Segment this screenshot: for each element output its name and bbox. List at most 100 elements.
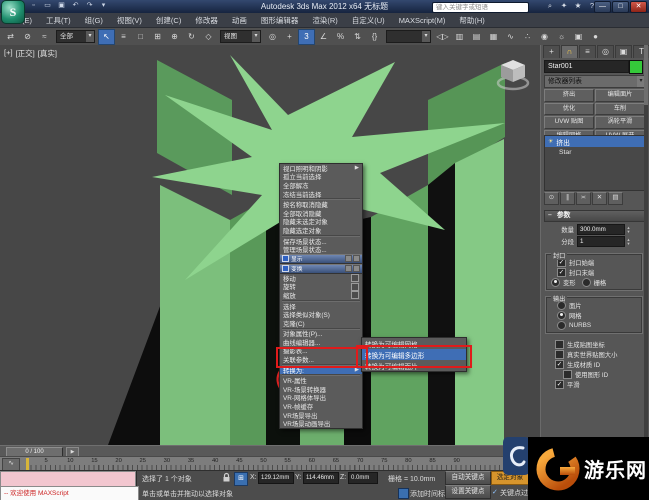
spinner-icon[interactable]: ▲ ▼ [625,224,632,235]
quad-item-保存场景状态...[interactable]: 保存场景状态... [280,237,362,246]
checkbox[interactable] [555,339,564,349]
menu-item-xxxxx[interactable]: 图形编辑器 [254,14,306,27]
viewport-pov-menu[interactable]: [正交] [16,48,35,59]
menu-item-xxxVx[interactable]: 视图(V) [110,14,149,27]
quad-item-关联参数...[interactable]: 关联参数... [280,355,362,364]
render-setup[interactable]: ☼ [553,29,570,45]
checkbox[interactable]: ✓ [557,267,566,277]
current-frame-marker[interactable] [26,458,29,470]
tab-hierarchy[interactable]: ≡ [579,45,596,58]
stack-item-挤出[interactable]: ☀ 挤出 [545,136,644,147]
material-editor[interactable]: ◉ [536,29,553,45]
stack-item-Star[interactable]: Star [545,147,644,158]
tab-motion[interactable]: ◎ [597,45,614,58]
align[interactable]: ▥ [451,29,468,45]
viewport-general-menu[interactable]: [+] [4,48,13,59]
radio-button[interactable] [557,320,566,330]
tab-create[interactable]: + [543,45,560,58]
object-color-swatch[interactable] [629,60,643,74]
render-production[interactable]: ● [587,29,604,45]
communication-center-icon[interactable]: ✦ [559,1,569,11]
remove-modifier-icon[interactable]: ✕ [592,192,607,205]
schematic-view[interactable]: ∴ [519,29,536,45]
snaps-toggle-3d[interactable]: 3 [298,28,315,45]
close-button[interactable]: ✕ [630,1,647,13]
maxscript-mini-listener[interactable]: -- 欢迎使用 MAXScript [0,471,139,500]
tab-display[interactable]: ▣ [615,45,632,58]
modifier-button-优化[interactable]: 优化 [544,102,594,115]
make-unique-icon[interactable]: ≍ [576,192,591,205]
select-and-link[interactable]: ⇄ [2,29,19,45]
named-selection-sets-dropdown[interactable]: ▾ [386,30,431,43]
menu-item-xxxTx[interactable]: 工具(T) [39,14,78,27]
auto-key-button[interactable]: 自动关键点 [445,471,491,485]
quad-item-克隆(C)[interactable]: 克隆(C) [280,319,362,328]
quad-item-移动[interactable]: 移动 [280,274,362,283]
quad-item-VR-帧缓存[interactable]: VR-帧缓存 [280,402,362,411]
quad-item-摄影表...[interactable]: 摄影表... [280,347,362,355]
checkbox[interactable] [563,369,572,379]
angle-snap-toggle[interactable]: ∠ [315,29,332,45]
radio-button[interactable] [581,277,591,287]
select-object[interactable]: ↖ [98,28,115,45]
segments-field[interactable]: 1 [577,236,625,247]
radio-button[interactable] [557,300,566,310]
time-tag-icon[interactable] [398,488,409,499]
modifier-button-UVW 贴图[interactable]: UVW 贴图 [544,116,594,129]
unlink-selection[interactable]: ⊘ [19,29,36,45]
absolute-offset-toggle-icon[interactable]: ⊞ [234,472,248,486]
modifier-button-车削[interactable]: 车削 [595,102,645,115]
maximize-button[interactable]: □ [612,1,629,13]
quad-item-选择类似对象(S)[interactable]: 选择类似对象(S) [280,310,362,319]
application-menu-button[interactable]: S [1,0,25,24]
quad-item-全部取消隐藏[interactable]: 全部取消隐藏 [280,209,362,218]
window-crossing-toggle[interactable]: ⊞ [149,29,166,45]
graphite-ribbon-toggle[interactable]: ▦ [485,29,502,45]
x-coordinate-field[interactable]: 129.12mm [258,472,294,484]
menu-item-xxxxUx[interactable]: 自定义(U) [345,14,392,27]
quad-item-VR场景动画导出[interactable]: VR场景动画导出 [280,419,362,428]
quad-item-对象属性(P)...[interactable]: 对象属性(P)... [280,330,362,338]
viewport-shading-menu[interactable]: [真实] [38,48,57,59]
viewcube[interactable] [494,55,534,91]
menu-item-xxx[interactable]: 修改器 [188,14,225,27]
curve-editor[interactable]: ∿ [502,29,519,45]
search-icon[interactable]: ⌕ [545,1,555,11]
quad-item-孤立当前选择[interactable]: 孤立当前选择 [280,173,362,181]
quad-item-VR-网格体导出[interactable]: VR-网格体导出 [280,394,362,402]
menu-item-xxxRx[interactable]: 渲染(R) [305,14,344,27]
configure-modifier-sets-icon[interactable]: ▤ [608,192,623,205]
quad-title-transform[interactable]: 变换 [280,263,362,274]
quad-item-按名称取消隐藏[interactable]: 按名称取消隐藏 [280,200,362,209]
percent-snap-toggle[interactable]: % [332,29,349,45]
checkbox[interactable]: ✓ [555,359,564,369]
quad-item-管理场景状态...[interactable]: 管理场景状态... [280,245,362,254]
submenu-item-转换为可编辑多边形[interactable]: 转换为可编辑多边形 [362,349,466,360]
quad-item-隐藏选定对象[interactable]: 隐藏选定对象 [280,226,362,235]
favorites-star-icon[interactable]: ★ [573,1,583,11]
quad-item-VR场景导出[interactable]: VR场景导出 [280,411,362,420]
rectangular-selection-region[interactable]: □ [132,29,149,45]
quad-pin-icon[interactable] [282,255,289,263]
quad-item-隐藏未选定对象[interactable]: 隐藏未选定对象 [280,218,362,226]
menu-item-xxxHx[interactable]: 帮助(H) [452,14,491,27]
quad-item-曲线编辑器...[interactable]: 曲线编辑器... [280,338,362,347]
menu-item-xxxCx[interactable]: 创建(C) [149,14,188,27]
modifier-list-dropdown[interactable]: 修改器列表 ▾ [544,75,646,88]
select-by-name[interactable]: ≡ [115,29,132,45]
menu-item-xxGx[interactable]: 组(G) [78,14,110,27]
modifier-button-涡轮平滑[interactable]: 涡轮平滑 [595,116,645,129]
quad-item-视口照明和阴影[interactable]: 视口照明和阴影 ▶ [280,164,362,173]
quad-item-冻结当前选择[interactable]: 冻结当前选择 [280,190,362,199]
y-coordinate-field[interactable]: 114.46mm [303,472,339,484]
select-and-manipulate[interactable]: + [281,29,298,45]
listener-pane[interactable]: -- 欢迎使用 MAXScript [0,486,139,500]
pin-stack-icon[interactable]: ⊙ [544,192,559,205]
lightbulb-icon[interactable]: ☀ [548,138,553,145]
settings-box-icon[interactable] [351,282,359,291]
tab-modify[interactable]: ∩ [561,45,578,58]
quad-item-全部解冻[interactable]: 全部解冻 [280,181,362,190]
reference-coordinate-dropdown[interactable]: 视图 ▾ [220,30,261,43]
quad-title-display[interactable]: 显示 [280,253,362,264]
select-and-move[interactable]: ⊕ [166,29,183,45]
